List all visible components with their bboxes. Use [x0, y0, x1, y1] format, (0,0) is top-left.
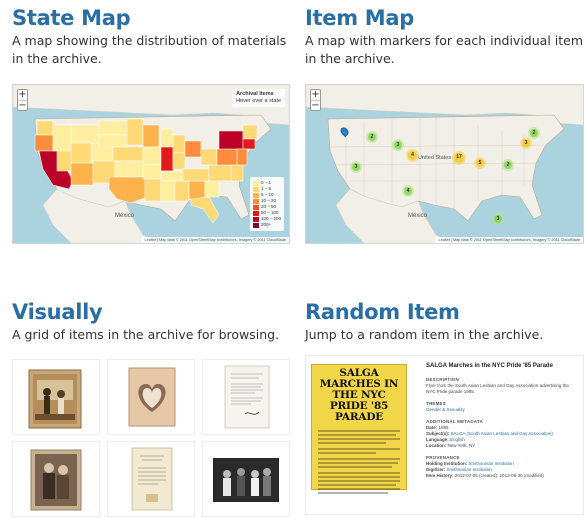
grid-item-thumbnail[interactable]	[202, 359, 290, 435]
visually-description: A grid of items in the archive for brows…	[12, 327, 280, 342]
state-map-title[interactable]: State Map	[12, 6, 294, 30]
marker-cluster[interactable]: 2	[366, 131, 378, 143]
info-box-title: Archival Items	[236, 91, 274, 97]
legend-swatch	[252, 216, 259, 222]
marker-cluster[interactable]: 3	[392, 139, 404, 151]
legend-entry: 200+	[252, 222, 281, 228]
flyer-title: SALGA MARCHES IN THE NYC PRIDE '85 PARAD…	[319, 367, 399, 423]
grid-item-thumbnail[interactable]	[202, 441, 290, 517]
legend-swatch	[252, 192, 259, 198]
marker-cluster[interactable]: 2	[528, 127, 540, 139]
marker-cluster[interactable]: 3	[520, 137, 532, 149]
visually-title[interactable]: Visually	[12, 300, 294, 324]
map-label-mexico: México	[408, 213, 428, 219]
marker-cluster[interactable]: 4	[406, 149, 419, 162]
state-map-description: A map showing the distribution of materi…	[12, 33, 287, 66]
zoom-out-button[interactable]: −	[311, 100, 320, 111]
grid-item-thumbnail[interactable]	[107, 359, 195, 435]
info-box-hint: Hover over a state	[236, 98, 281, 104]
item-map-card: Item Map A map with markers for each ind…	[305, 6, 584, 68]
random-item-card: Random Item Jump to a random item in the…	[305, 300, 584, 344]
visually-card: Visually A grid of items in the archive …	[12, 300, 294, 344]
item-title[interactable]: SALGA Marches in the NYC Pride '85 Parad…	[426, 362, 578, 370]
history-label: Item History:	[426, 473, 454, 478]
map-legend: 0 – 11 – 55 – 10 10 – 20 20 – 50 50 – 100 10…	[249, 177, 284, 231]
zoom-control: + −	[17, 89, 28, 111]
zoom-in-button[interactable]: +	[18, 90, 27, 100]
map-label-mexico: México	[115, 213, 135, 219]
zoom-in-button[interactable]: +	[311, 90, 320, 100]
holding-label: Holding Institution:	[426, 461, 468, 466]
location-label: Location:	[426, 443, 447, 448]
digitizer-label: Digitizer:	[426, 467, 446, 472]
date-label: Date:	[426, 425, 438, 430]
grid-item-thumbnail[interactable]	[12, 359, 100, 435]
history-value: 2012-07-25 (created); 2013-09-30 (modifi…	[454, 473, 544, 478]
marker-cluster[interactable]: 2	[502, 159, 514, 171]
flyer-thumbnail[interactable]: SALGA MARCHES IN THE NYC PRIDE '85 PARAD…	[311, 364, 407, 494]
marker-cluster[interactable]: 17	[452, 151, 466, 165]
map-attribution[interactable]: Leaflet | Map data © 2011 OpenStreetMap …	[141, 237, 289, 243]
item-map[interactable]: + − United States México 2 3 4 3 17 5 2 …	[305, 84, 584, 244]
legend-swatch	[252, 180, 259, 186]
item-map-title[interactable]: Item Map	[305, 6, 584, 30]
digitizer-link[interactable]: Smithsonian Institution	[447, 467, 492, 472]
legend-swatch	[252, 186, 259, 192]
item-metadata: SALGA Marches in the NYC Pride '85 Parad…	[426, 362, 578, 479]
legend-swatch	[252, 198, 259, 204]
zoom-control: + −	[310, 89, 321, 111]
language-label: Language:	[426, 437, 449, 442]
flyer-body-text	[318, 430, 400, 494]
state-map-card: State Map A map showing the distribution…	[12, 6, 294, 68]
grid-item-thumbnail[interactable]	[12, 441, 100, 517]
legend-label: 200+	[260, 222, 272, 227]
state-info-box: Archival Items Hover over a state	[232, 89, 285, 107]
item-map-canvas	[306, 85, 583, 243]
legend-swatch	[252, 204, 259, 210]
random-item-title[interactable]: Random Item	[305, 300, 584, 324]
marker-cluster[interactable]: 3	[492, 213, 504, 225]
legend-swatch	[252, 222, 259, 228]
marker-cluster[interactable]: 3	[350, 161, 362, 173]
marker-cluster[interactable]: 4	[402, 185, 414, 197]
item-map-description: A map with markers for each individual i…	[305, 33, 584, 66]
marker-cluster[interactable]: 5	[474, 157, 486, 169]
date-value: 1985	[438, 425, 449, 430]
legend-swatch	[252, 210, 259, 216]
subjects-link[interactable]: SALGA (South Asian Lesbian and Gay Assoc…	[451, 431, 553, 436]
state-map[interactable]: + − Archival Items Hover over a state Mé…	[12, 84, 290, 244]
location-value: New York, NY	[447, 443, 476, 448]
language-link[interactable]: English	[450, 437, 465, 442]
holding-link[interactable]: Smithsonian Institution	[469, 461, 514, 466]
description-text: Flyer from the South Asian Lesbian and G…	[426, 383, 569, 394]
grid-item-thumbnail[interactable]	[107, 441, 195, 517]
map-attribution[interactable]: Leaflet | Map data © 2011 OpenStreetMap …	[435, 237, 583, 243]
random-item-preview[interactable]: SALGA MARCHES IN THE NYC PRIDE '85 PARAD…	[305, 355, 584, 515]
state-map-canvas	[13, 85, 289, 243]
zoom-out-button[interactable]: −	[18, 100, 27, 111]
map-label-united-states: United States	[418, 155, 452, 161]
item-grid	[12, 355, 290, 518]
random-item-description: Jump to a random item in the archive.	[305, 327, 544, 342]
theme-link[interactable]: Gender & Sexuality	[426, 407, 578, 413]
subjects-label: Subject(s):	[426, 431, 450, 436]
